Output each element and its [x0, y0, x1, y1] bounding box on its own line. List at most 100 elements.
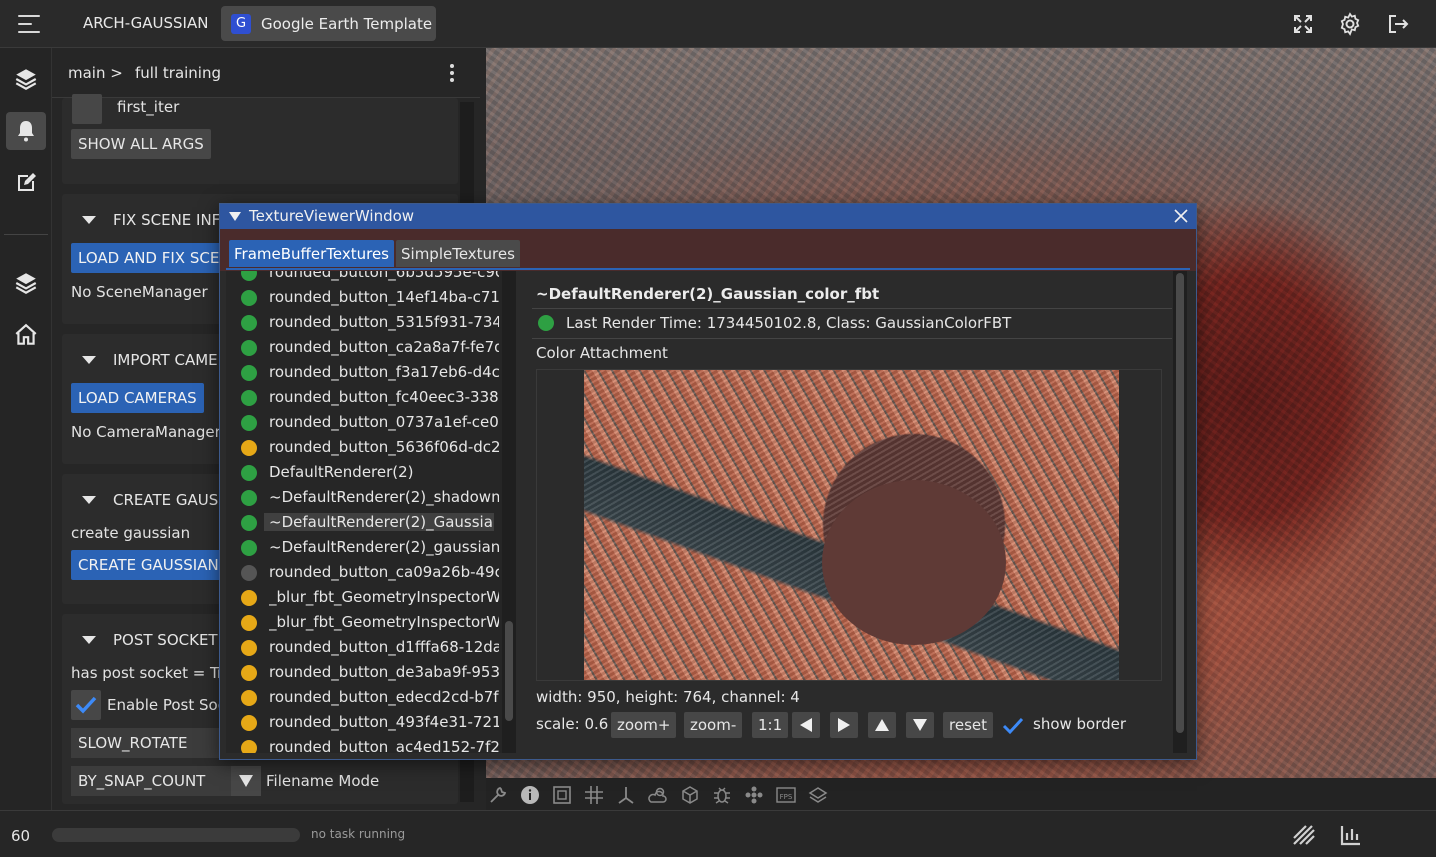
texture-list-item-label: ~DefaultRenderer(2)_Gaussian_: [264, 513, 494, 531]
texture-scale: scale: 0.6: [536, 715, 609, 733]
import-cameras-collapse-icon[interactable]: [82, 356, 96, 364]
dots-cluster-icon[interactable]: [744, 785, 764, 805]
rail-notifications-button[interactable]: [6, 112, 46, 150]
post-socket-status: has post socket = True: [71, 664, 242, 682]
left-rail: [0, 48, 52, 810]
bar-chart-icon[interactable]: [1340, 824, 1362, 846]
gear-icon[interactable]: [1338, 12, 1362, 36]
texture-dimensions: width: 950, height: 764, channel: 4: [536, 688, 800, 706]
texture-list-scrollbar[interactable]: [502, 271, 516, 753]
texture-list-item[interactable]: rounded_button_edecd2cd-b7f: [226, 686, 502, 711]
texture-list-item[interactable]: rounded_button_ac4ed152-7f2: [226, 736, 502, 753]
show-all-args-button[interactable]: SHOW ALL ARGS: [71, 129, 211, 159]
bug-icon[interactable]: [712, 785, 732, 805]
fix-scene-collapse-icon[interactable]: [82, 216, 96, 224]
arrow-down-icon: [913, 719, 927, 731]
tab-framebuffer-textures[interactable]: FrameBufferTextures: [229, 240, 394, 267]
window-collapse-icon[interactable]: [229, 212, 241, 221]
cube-icon[interactable]: [680, 785, 700, 805]
texture-list-item[interactable]: rounded_button_fc40eec3-3388: [226, 386, 502, 411]
zoom-out-button[interactable]: zoom-: [684, 712, 743, 738]
texture-list-item[interactable]: _blur_fbt_GeometryInspectorWi: [226, 611, 502, 636]
enable-post-socket-checkbox[interactable]: [71, 690, 101, 720]
texture-list-item[interactable]: rounded_button_f3a17eb6-d4cc: [226, 361, 502, 386]
stripes-icon[interactable]: [1292, 824, 1316, 846]
layers-outline-icon[interactable]: [808, 785, 828, 805]
home-icon: [15, 323, 37, 345]
texture-list-item[interactable]: rounded_button_ca09a26b-49c: [226, 561, 502, 586]
fps-icon[interactable]: FPS: [776, 785, 796, 805]
texture-list-item[interactable]: rounded_button_493f4e31-721: [226, 711, 502, 736]
grid-icon[interactable]: [584, 785, 604, 805]
load-cameras-button[interactable]: LOAD CAMERAS: [71, 383, 204, 413]
texture-list-item[interactable]: rounded_button_6b5d595e-c9c: [226, 271, 502, 286]
logout-icon[interactable]: [1386, 12, 1410, 36]
first-iter-checkbox[interactable]: [72, 94, 102, 124]
texture-list-item[interactable]: rounded_button_de3aba9f-953: [226, 661, 502, 686]
window-title-bar[interactable]: TextureViewerWindow: [220, 204, 1196, 229]
rail-home-button[interactable]: [6, 316, 46, 354]
texture-list-item[interactable]: rounded_button_5636f06d-dc24: [226, 436, 502, 461]
filename-mode-dropdown-icon[interactable]: [231, 766, 261, 796]
weather-icon[interactable]: [648, 785, 668, 805]
arrow-up-icon: [875, 719, 889, 731]
post-socket-collapse-icon[interactable]: [82, 636, 96, 644]
show-border-checkbox[interactable]: [1002, 716, 1024, 736]
pan-up-button[interactable]: [868, 712, 896, 738]
status-dot-icon: [241, 365, 257, 381]
texture-list-item[interactable]: rounded_button_d1fffa68-12da: [226, 636, 502, 661]
texture-list-item[interactable]: ~DefaultRenderer(2)_shadowm: [226, 486, 502, 511]
texture-list-item-label: rounded_button_5636f06d-dc24: [269, 438, 499, 456]
texture-list-item[interactable]: rounded_button_0737a1ef-ce04: [226, 411, 502, 436]
texture-list: rounded_button_6b5d595e-c9c rounded_butto…: [226, 271, 502, 753]
fullscreen-icon[interactable]: [1291, 12, 1315, 36]
rail-layers-button-2[interactable]: [6, 264, 46, 302]
create-gaussian-button[interactable]: CREATE GAUSSIAN: [71, 550, 226, 580]
zoom-in-button[interactable]: zoom+: [611, 712, 677, 738]
layers-icon: [15, 69, 37, 90]
filename-mode-select[interactable]: BY_SNAP_COUNT: [71, 766, 231, 796]
status-dot-icon: [241, 640, 257, 656]
texture-list-item[interactable]: rounded_button_ca2a8a7f-fe7d: [226, 336, 502, 361]
status-dot-icon: [241, 515, 257, 531]
edit-icon: [18, 173, 36, 191]
create-gaussian-collapse-icon[interactable]: [82, 496, 96, 504]
texture-list-item[interactable]: ~DefaultRenderer(2)_Gaussian_: [226, 511, 502, 536]
pan-right-button[interactable]: [830, 712, 858, 738]
status-dot-icon: [241, 290, 257, 306]
texture-list-item[interactable]: rounded_button_5315f931-734: [226, 311, 502, 336]
info-icon[interactable]: [520, 785, 540, 805]
texture-list-scroll-thumb[interactable]: [505, 621, 513, 721]
create-gaussian-caption: create gaussian: [71, 524, 191, 542]
pan-left-button[interactable]: [792, 712, 820, 738]
axes-icon[interactable]: [616, 785, 636, 805]
rail-layers-button[interactable]: [6, 60, 46, 98]
texture-list-item-label: rounded_button_ac4ed152-7f2: [269, 738, 499, 753]
close-icon[interactable]: [1173, 208, 1189, 224]
texture-list-item-label: rounded_button_edecd2cd-b7f: [269, 688, 499, 706]
bell-icon: [18, 121, 34, 142]
texture-list-item-label: DefaultRenderer(2): [269, 463, 414, 481]
texture-list-item[interactable]: ~DefaultRenderer(2)_gaussian_l: [226, 536, 502, 561]
frame-icon[interactable]: [552, 785, 572, 805]
texture-list-item[interactable]: _blur_fbt_GeometryInspectorWi: [226, 586, 502, 611]
project-tab[interactable]: G Google Earth Template: [221, 6, 436, 41]
rail-edit-button[interactable]: [6, 164, 46, 202]
svg-text:FPS: FPS: [780, 793, 793, 801]
tab-simple-textures[interactable]: SimpleTextures: [396, 240, 520, 267]
texture-list-item[interactable]: rounded_button_14ef14ba-c71a: [226, 286, 502, 311]
texture-preview-frame: [536, 369, 1162, 681]
kebab-menu-icon[interactable]: [447, 62, 457, 84]
arrow-left-icon: [800, 718, 812, 732]
texture-list-item[interactable]: DefaultRenderer(2): [226, 461, 502, 486]
actual-size-button[interactable]: 1:1: [752, 712, 789, 738]
hamburger-menu-icon[interactable]: [16, 12, 44, 36]
texture-preview-image[interactable]: [584, 370, 1119, 680]
pan-down-button[interactable]: [906, 712, 934, 738]
viewport-toolbar: FPS: [486, 778, 1436, 810]
reset-button[interactable]: reset: [943, 712, 993, 738]
detail-scroll-thumb[interactable]: [1176, 273, 1184, 733]
wrench-icon[interactable]: [488, 785, 508, 805]
breadcrumb-root[interactable]: main >: [68, 64, 123, 82]
detail-scrollbar[interactable]: [1173, 271, 1187, 753]
